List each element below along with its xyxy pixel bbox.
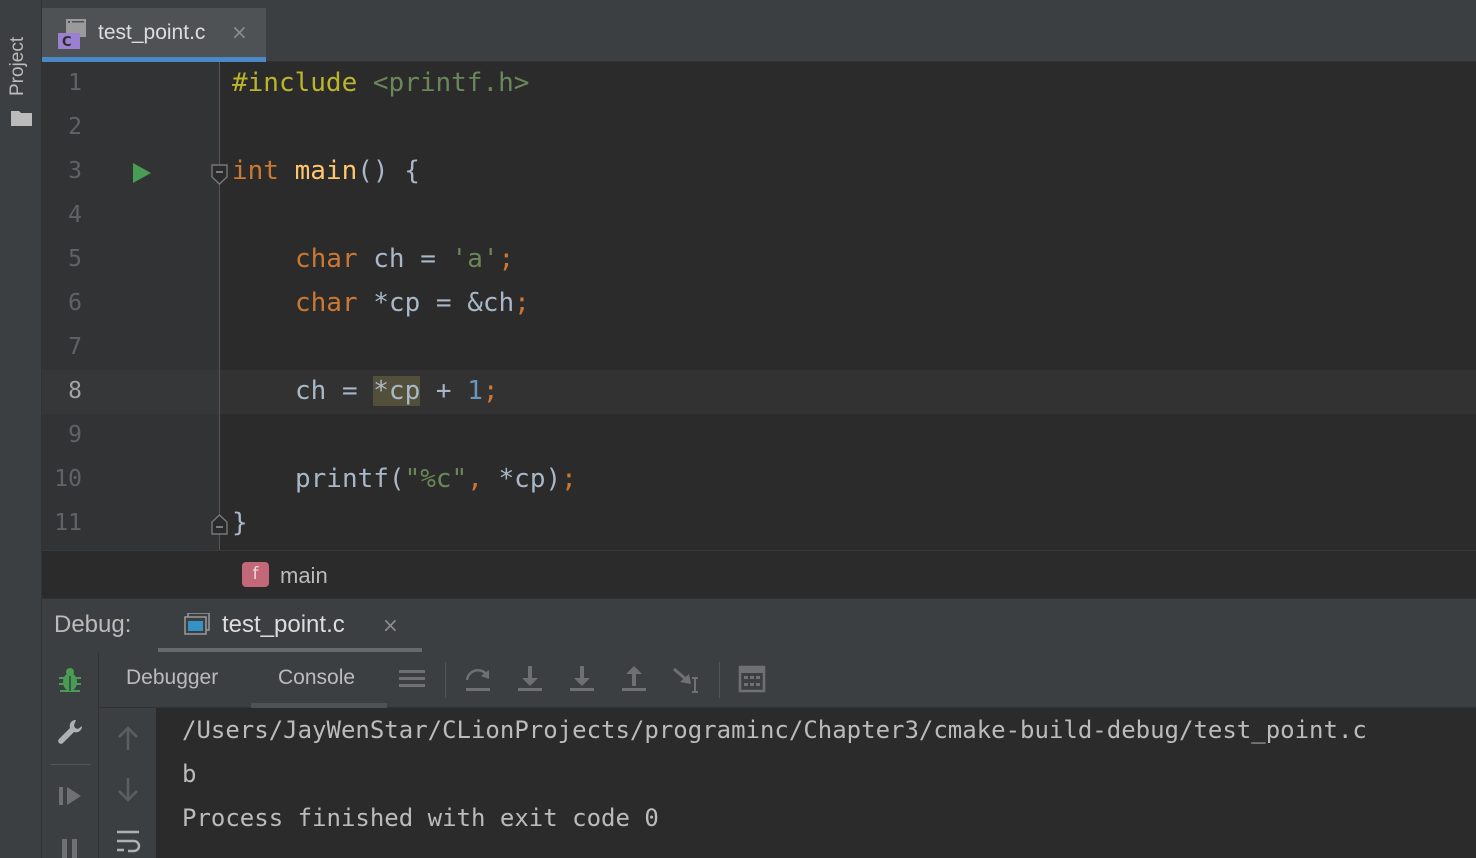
wrench-icon[interactable] [56, 718, 84, 746]
line-number: 2 [68, 114, 82, 140]
toolbar-separator [50, 764, 90, 765]
char-literal: 'a' [451, 244, 499, 274]
step-out-icon[interactable] [619, 664, 649, 694]
force-step-into-icon[interactable] [567, 664, 597, 694]
console-line: b [182, 760, 197, 788]
fold-guide-line [219, 62, 220, 550]
code-text: () { [357, 156, 420, 186]
code-text: *cp = &ch [357, 288, 515, 318]
debug-session-tab[interactable]: test_point.c × [158, 599, 422, 653]
run-to-cursor-icon[interactable] [671, 664, 701, 694]
pause-icon[interactable] [56, 836, 84, 858]
number-literal: 1 [467, 376, 483, 406]
folder-icon[interactable] [11, 110, 32, 126]
line-number: 4 [68, 202, 82, 228]
code-text: } [232, 508, 248, 538]
soft-wrap-icon[interactable] [115, 828, 141, 856]
console-line: Process finished with exit code 0 [182, 804, 659, 832]
code-line-8[interactable]: ch = *cp + 1; [295, 376, 499, 406]
debug-title: Debug: [54, 611, 132, 638]
fold-open-icon[interactable] [211, 164, 228, 185]
include-header: <printf.h> [372, 68, 530, 98]
type-keyword: char [295, 288, 358, 318]
console-output[interactable]: /Users/JayWenStar/CLionProjects/programi… [156, 708, 1476, 858]
function-call: printf( [295, 464, 405, 494]
semicolon: ; [498, 244, 515, 274]
highlighted-usage: *cp [373, 376, 421, 406]
debug-toolbar: Debugger Console [99, 652, 1476, 708]
console-line: /Users/JayWenStar/CLionProjects/programi… [182, 716, 1367, 744]
type-keyword: int [232, 156, 279, 186]
semicolon: ; [482, 376, 499, 406]
code-editor[interactable]: 1 2 3 4 5 6 7 8 9 10 11 #include <printf… [42, 62, 1476, 550]
project-tool-label[interactable]: Project [7, 37, 29, 96]
code-line-11[interactable]: } [232, 508, 248, 538]
toolbar-separator [719, 662, 720, 698]
preprocessor-directive: #include [232, 68, 358, 98]
semicolon: ; [561, 464, 577, 494]
resume-icon[interactable] [56, 782, 84, 810]
tab-debugger[interactable]: Debugger [126, 666, 218, 690]
code-line-10[interactable]: printf("%c", *cp); [295, 464, 577, 494]
string-literal: "%c" [404, 464, 468, 494]
line-number: 1 [68, 70, 82, 96]
code-text: ch = [357, 244, 452, 274]
debug-tool-window-header: Debug: test_point.c × [42, 598, 1476, 653]
line-number: 10 [54, 466, 82, 492]
step-into-icon[interactable] [515, 664, 545, 694]
editor-tab-test-point[interactable]: C test_point.c × [42, 8, 266, 62]
code-line-6[interactable]: char *cp = &ch; [295, 288, 530, 318]
breadcrumb: f main [42, 550, 1476, 598]
fold-close-icon[interactable] [211, 514, 228, 535]
semicolon: ; [514, 288, 530, 318]
editor-tab-title: test_point.c [98, 21, 206, 44]
code-text: ch = [295, 376, 374, 406]
close-icon[interactable]: × [382, 613, 399, 637]
toolbar-separator [445, 662, 446, 698]
editor-tab-bar: C test_point.c × [42, 0, 1476, 62]
line-number: 5 [68, 246, 82, 272]
code-line-3[interactable]: int main() { [232, 156, 420, 186]
function-name: main [294, 156, 358, 186]
debug-side-toolbar [42, 652, 99, 858]
line-number: 11 [54, 510, 82, 536]
code-line-1[interactable]: #include <printf.h> [232, 68, 529, 98]
code-text: *cp) [482, 464, 562, 494]
line-number-current: 8 [68, 378, 82, 404]
c-file-icon: C [58, 19, 86, 49]
function-icon: f [242, 562, 269, 587]
project-tool-strip: Project [0, 0, 42, 858]
step-over-icon[interactable] [463, 664, 493, 694]
svg-text:C: C [62, 35, 72, 49]
line-number: 9 [68, 422, 82, 448]
line-number: 6 [68, 290, 82, 316]
line-number: 3 [68, 158, 82, 184]
line-number: 7 [68, 334, 82, 360]
arrow-down-icon[interactable] [115, 776, 141, 804]
bug-icon[interactable] [56, 666, 84, 694]
code-text: + [420, 376, 468, 406]
run-icon[interactable] [132, 162, 152, 184]
comma: , [467, 464, 483, 494]
tab-console[interactable]: Console [278, 666, 355, 690]
console-icon [184, 613, 210, 635]
breadcrumb-main[interactable]: main [280, 563, 328, 589]
close-icon[interactable]: × [231, 20, 248, 44]
arrow-up-icon[interactable] [115, 724, 141, 752]
menu-icon[interactable] [397, 664, 427, 694]
code-line-5[interactable]: char ch = 'a'; [295, 244, 514, 274]
type-keyword: char [295, 244, 358, 274]
console-side-toolbar [99, 708, 156, 858]
debug-tab-title: test_point.c [222, 611, 345, 638]
evaluate-expression-icon[interactable] [737, 664, 767, 694]
